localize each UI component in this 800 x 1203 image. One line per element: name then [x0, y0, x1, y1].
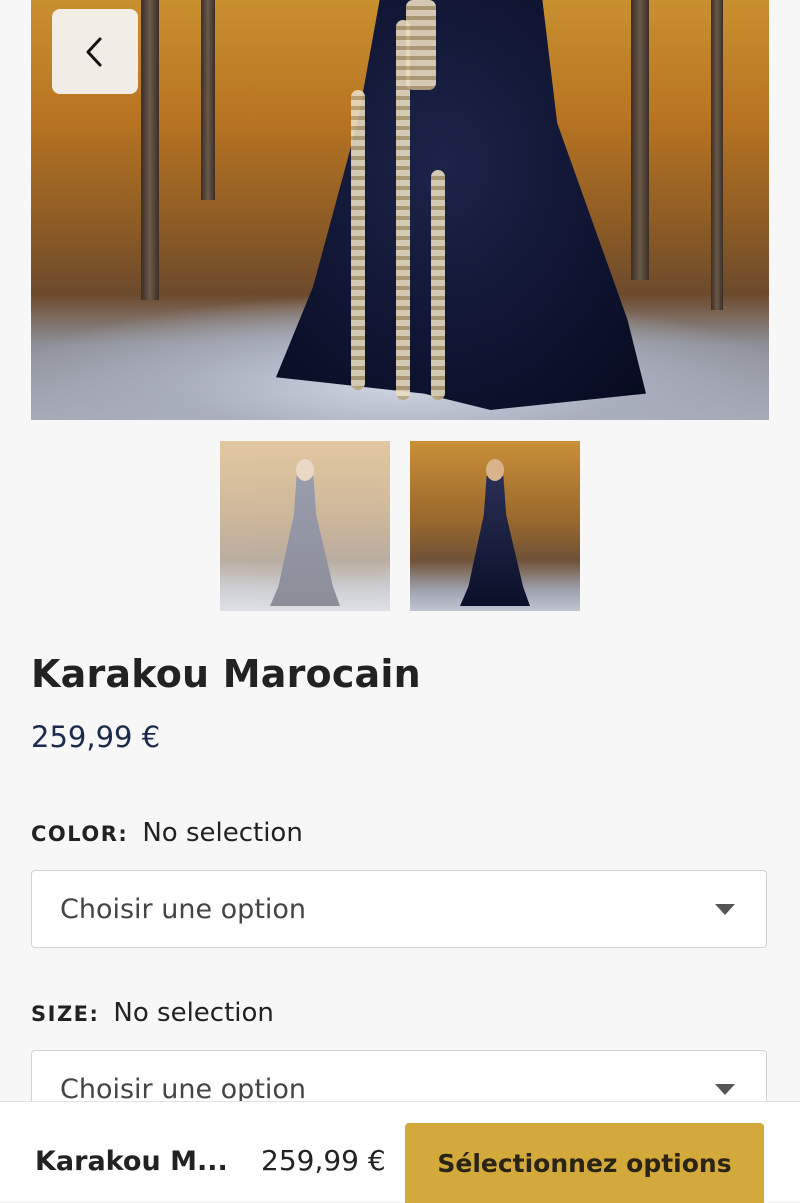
size-select-value: Choisir une option — [60, 1073, 307, 1105]
size-label: SIZE: — [31, 1002, 100, 1026]
tree-trunk — [201, 0, 215, 200]
color-select-value: Choisir une option — [60, 893, 307, 925]
thumbnail-face — [296, 459, 314, 481]
embroidery-detail — [351, 90, 365, 390]
caret-down-icon — [715, 904, 735, 915]
color-select[interactable]: Choisir une option — [31, 870, 767, 948]
sticky-add-to-cart-bar: Karakou M... 259,99 € Sélectionnez optio… — [0, 1101, 800, 1203]
product-main-image[interactable] — [31, 0, 769, 420]
tree-trunk — [141, 0, 159, 300]
tree-trunk — [631, 0, 649, 280]
back-button[interactable] — [52, 9, 138, 94]
chevron-left-icon — [86, 37, 102, 66]
caret-down-icon — [715, 1084, 735, 1095]
size-selection-status: No selection — [113, 998, 274, 1028]
select-options-button[interactable]: Sélectionnez options — [405, 1123, 764, 1203]
dress-figure — [276, 0, 646, 410]
thumbnail-2[interactable] — [410, 441, 580, 611]
thumbnail-1[interactable] — [220, 441, 390, 611]
size-option-label: SIZE: No selection — [31, 998, 274, 1028]
thumbnail-figure — [270, 476, 340, 606]
color-option-label: COLOR: No selection — [31, 818, 303, 848]
product-title: Karakou Marocain — [31, 652, 421, 696]
color-label: COLOR: — [31, 822, 129, 846]
tree-trunk — [711, 0, 723, 310]
embroidery-detail — [406, 0, 436, 90]
product-price: 259,99 € — [31, 720, 161, 754]
thumbnail-face — [486, 459, 504, 481]
thumbnail-figure — [460, 476, 530, 606]
sticky-product-name: Karakou M... — [35, 1146, 228, 1177]
color-selection-status: No selection — [142, 818, 303, 848]
embroidery-detail — [431, 170, 445, 400]
sticky-product-price: 259,99 € — [261, 1144, 386, 1177]
